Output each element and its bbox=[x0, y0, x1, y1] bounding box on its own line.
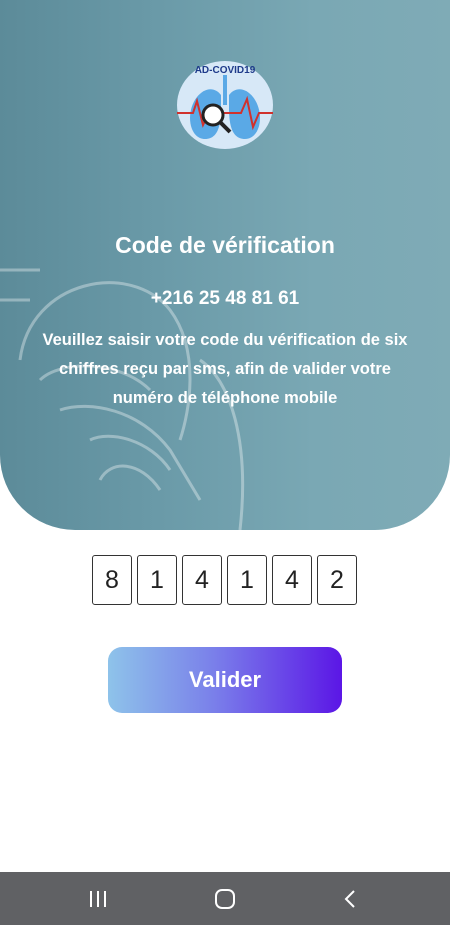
code-digit-field[interactable]: 2 bbox=[317, 555, 357, 605]
system-navigation-bar bbox=[0, 872, 450, 925]
code-digit-field[interactable]: 4 bbox=[182, 555, 222, 605]
instructions-text: Veuillez saisir votre code du vérificati… bbox=[42, 331, 408, 407]
code-digit-field[interactable]: 8 bbox=[92, 555, 132, 605]
valider-button[interactable]: Valider bbox=[108, 647, 342, 713]
back-button[interactable] bbox=[315, 872, 385, 925]
code-digit-field[interactable]: 1 bbox=[137, 555, 177, 605]
recent-apps-button[interactable] bbox=[63, 872, 133, 925]
home-icon bbox=[215, 888, 235, 909]
phone-number: +216 25 48 81 61 bbox=[150, 288, 300, 309]
code-digit-field[interactable]: 4 bbox=[272, 555, 312, 605]
back-icon bbox=[344, 889, 355, 908]
page-title: Code de vérification bbox=[115, 232, 335, 258]
logo-text: AD-COVID19 bbox=[195, 65, 256, 76]
header-panel: AD-COVID19 Code de vérification +216 25 … bbox=[0, 0, 450, 530]
code-digit-field[interactable]: 1 bbox=[227, 555, 267, 605]
home-button[interactable] bbox=[190, 872, 260, 925]
verification-code-input: 8 1 4 1 4 2 bbox=[92, 555, 358, 605]
app-logo: AD-COVID19 bbox=[177, 61, 273, 149]
recent-apps-icon bbox=[90, 890, 106, 907]
